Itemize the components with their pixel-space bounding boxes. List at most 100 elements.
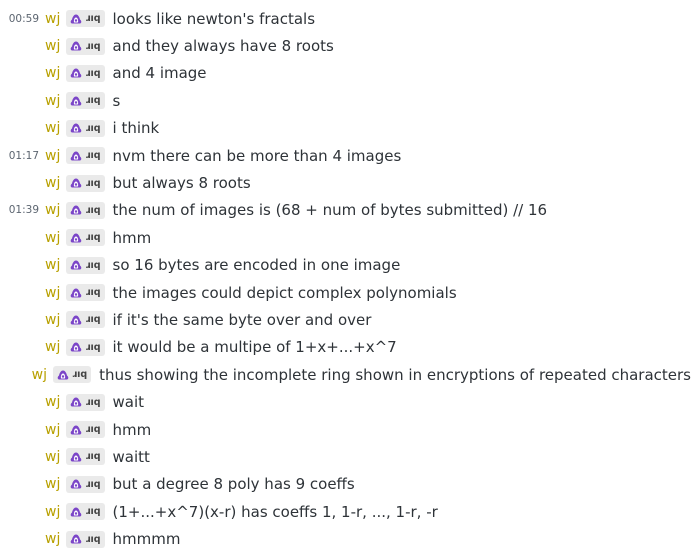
user-tag: ɹıq [66, 256, 105, 274]
username[interactable]: wj [45, 504, 60, 520]
username[interactable]: wj [45, 175, 60, 191]
message-row: wj ɹıq and they always have 8 roots [0, 32, 691, 59]
user-tag: ɹıq [66, 393, 105, 411]
tag-text: ɹıq [85, 67, 101, 79]
purple-blob-icon [71, 342, 82, 352]
tag-text: ɹıq [85, 314, 101, 326]
message-row: wj ɹıq the images could depict complex p… [0, 279, 691, 306]
tag-text: ɹıq [85, 287, 101, 299]
user-tag: ɹıq [52, 366, 92, 384]
message-text: (1+...+x^7)(x-r) has coeffs 1, 1-r, ...,… [112, 502, 438, 521]
message-row: wj ɹıq and 4 image [0, 60, 691, 87]
username[interactable]: wj [45, 257, 60, 273]
purple-blob-icon [71, 425, 82, 435]
user-tag: ɹıq [66, 448, 105, 466]
purple-blob-icon [71, 123, 82, 133]
message-text: s [112, 91, 121, 110]
message-text: waitt [112, 447, 150, 466]
message-text: and they always have 8 roots [112, 37, 334, 56]
username[interactable]: wj [45, 230, 60, 246]
purple-blob-icon [71, 151, 82, 161]
username[interactable]: wj [45, 476, 60, 492]
purple-blob-icon [71, 507, 82, 517]
username[interactable]: wj [45, 93, 60, 109]
username[interactable]: wj [45, 449, 60, 465]
user-tag: ɹıq [66, 174, 105, 192]
purple-blob-icon [71, 14, 82, 24]
purple-blob-icon [71, 260, 82, 270]
purple-blob-icon [71, 397, 82, 407]
message-text: the images could depict complex polynomi… [112, 283, 457, 302]
username[interactable]: wj [45, 11, 60, 27]
user-tag: ɹıq [66, 64, 105, 82]
tag-text: ɹıq [85, 177, 101, 189]
user-tag: ɹıq [66, 10, 105, 28]
message-row: wj ɹıq thus showing the incomplete ring … [0, 361, 691, 388]
username[interactable]: wj [45, 285, 60, 301]
purple-blob-icon [71, 315, 82, 325]
message-text: so 16 bytes are encoded in one image [112, 256, 401, 275]
tag-text: ɹıq [71, 369, 88, 381]
message-text: hmm [112, 420, 152, 439]
message-row: wj ɹıq waitt [0, 443, 691, 470]
user-tag: ɹıq [66, 147, 105, 165]
tag-text: ɹıq [85, 533, 101, 545]
username[interactable]: wj [45, 312, 60, 328]
user-tag: ɹıq [66, 229, 105, 247]
message-text: it would be a multipe of 1+x+...+x^7 [112, 338, 397, 357]
tag-text: ɹıq [85, 451, 101, 463]
user-tag: ɹıq [66, 119, 105, 137]
timestamp: 00:59 [8, 12, 39, 25]
tag-text: ɹıq [85, 424, 101, 436]
message-row: wj ɹıq (1+...+x^7)(x-r) has coeffs 1, 1-… [0, 498, 691, 525]
message-row: 01:17 wj ɹıq nvm there can be more than … [0, 142, 691, 169]
message-text: but always 8 roots [112, 174, 251, 193]
message-text: i think [112, 119, 160, 138]
username[interactable]: wj [45, 148, 60, 164]
username[interactable]: wj [45, 38, 60, 54]
user-tag: ɹıq [66, 338, 105, 356]
purple-blob-icon [71, 68, 82, 78]
user-tag: ɹıq [66, 421, 105, 439]
purple-blob-icon [71, 288, 82, 298]
tag-text: ɹıq [85, 13, 101, 25]
chat-log: 00:59 wj ɹıq looks like newton's fractal… [0, 0, 691, 553]
purple-blob-icon [71, 205, 82, 215]
tag-text: ɹıq [85, 40, 101, 52]
message-row: wj ɹıq wait [0, 388, 691, 415]
tag-text: ɹıq [85, 150, 101, 162]
message-text: looks like newton's fractals [112, 9, 316, 28]
message-text: the num of images is (68 + num of bytes … [112, 201, 548, 220]
username[interactable]: wj [45, 65, 60, 81]
message-text: hmm [112, 228, 152, 247]
purple-blob-icon [71, 96, 82, 106]
tag-text: ɹıq [85, 204, 101, 216]
username[interactable]: wj [45, 422, 60, 438]
message-row: 01:39 wj ɹıq the num of images is (68 + … [0, 197, 691, 224]
user-tag: ɹıq [66, 530, 105, 548]
message-row: wj ɹıq so 16 bytes are encoded in one im… [0, 252, 691, 279]
username[interactable]: wj [32, 367, 47, 383]
purple-blob-icon [71, 452, 82, 462]
message-text: thus showing the incomplete ring shown i… [99, 365, 691, 384]
message-text: and 4 image [112, 64, 207, 83]
username[interactable]: wj [45, 120, 60, 136]
tag-text: ɹıq [85, 232, 101, 244]
username[interactable]: wj [45, 531, 60, 547]
username[interactable]: wj [45, 394, 60, 410]
message-text: nvm there can be more than 4 images [112, 146, 402, 165]
tag-text: ɹıq [85, 478, 101, 490]
username[interactable]: wj [45, 202, 60, 218]
timestamp: 01:17 [8, 149, 39, 162]
message-row: 00:59 wj ɹıq looks like newton's fractal… [0, 5, 691, 32]
purple-blob-icon [71, 534, 82, 544]
username[interactable]: wj [45, 339, 60, 355]
message-text: wait [112, 393, 145, 412]
purple-blob-icon [57, 370, 69, 380]
message-text: if it's the same byte over and over [112, 310, 372, 329]
tag-text: ɹıq [85, 341, 101, 353]
purple-blob-icon [71, 41, 82, 51]
message-row: wj ɹıq but a degree 8 poly has 9 coeffs [0, 471, 691, 498]
message-row: wj ɹıq s [0, 87, 691, 114]
message-row: wj ɹıq but always 8 roots [0, 169, 691, 196]
